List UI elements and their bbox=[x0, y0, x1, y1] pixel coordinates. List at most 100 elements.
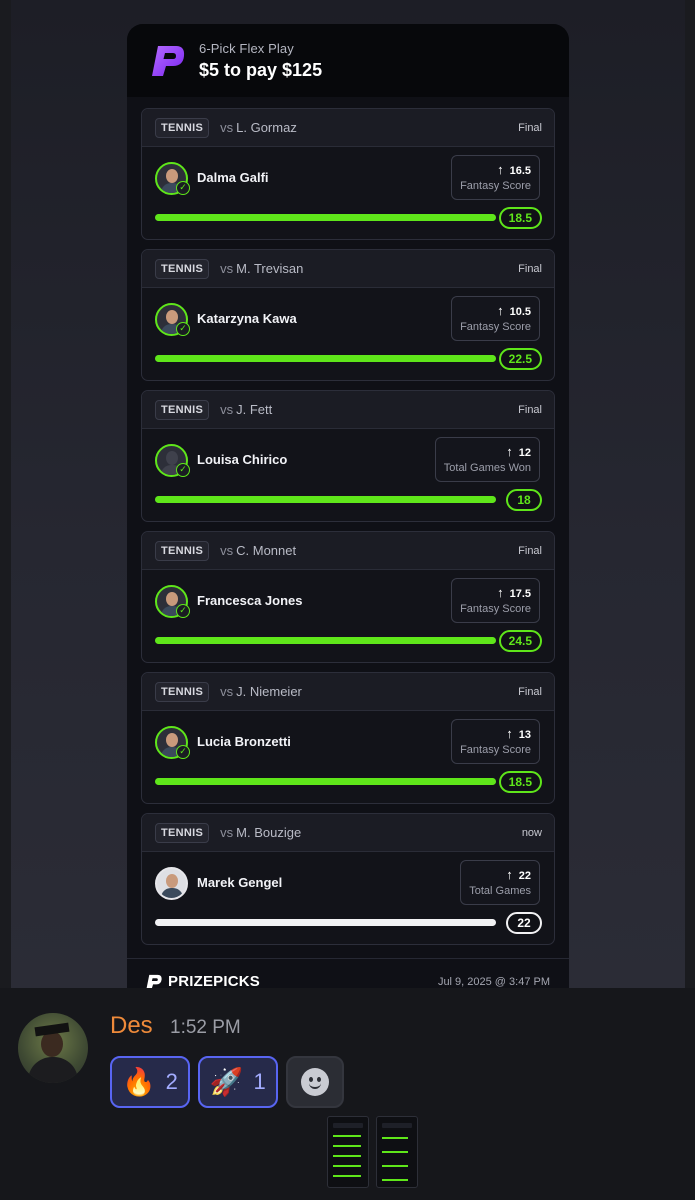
pick-header: TENNIS vs C. Monnet Final bbox=[142, 532, 554, 570]
progress-bar bbox=[155, 778, 496, 785]
play-type: 6-Pick Flex Play bbox=[199, 40, 294, 56]
opponent: vs J. Fett bbox=[220, 402, 272, 417]
arrow-up-icon: ↑ bbox=[497, 162, 504, 177]
player-name: Francesca Jones bbox=[197, 593, 303, 608]
brand-name: PRIZEPICKS bbox=[168, 973, 261, 988]
projection-line: 12 bbox=[518, 447, 531, 459]
prizepicks-logo-icon bbox=[152, 45, 185, 76]
player-name: Louisa Chirico bbox=[197, 452, 288, 467]
sport-badge: TENNIS bbox=[155, 540, 210, 561]
pick-card[interactable]: TENNIS vs C. Monnet Final ✓ Francesca Jon… bbox=[141, 531, 555, 663]
chat-message: Des 1:52 PM 🔥 2 🚀 1 bbox=[0, 988, 695, 1200]
page: 6-Pick Flex Play $5 to pay $125 TENNIS v… bbox=[0, 0, 695, 1200]
game-status: Final bbox=[518, 121, 542, 134]
pick-card[interactable]: TENNIS vs M. Bouzige now Marek Gengel ↑ 22… bbox=[141, 813, 555, 945]
image-thumbnail-2[interactable] bbox=[376, 1116, 418, 1188]
projection-line: 13 bbox=[518, 729, 531, 741]
opponent: vs L. Gormaz bbox=[220, 120, 297, 135]
opponent: vs M. Bouzige bbox=[220, 825, 301, 840]
check-icon: ✓ bbox=[176, 745, 190, 759]
result-value: 24.5 bbox=[498, 630, 542, 652]
pick-body: Marek Gengel ↑ 22 Total Games 22 bbox=[142, 852, 554, 944]
progress-bar bbox=[155, 214, 496, 221]
arrow-up-icon: ↑ bbox=[506, 867, 513, 882]
add-reaction-button[interactable] bbox=[285, 1056, 344, 1108]
player-name: Dalma Galfi bbox=[197, 170, 269, 185]
projection-line: 22 bbox=[518, 870, 531, 882]
opponent-name: J. Niemeier bbox=[236, 684, 302, 699]
pick-card[interactable]: TENNIS vs J. Fett Final ✓ Louisa Chirico … bbox=[141, 390, 555, 522]
pick-card[interactable]: TENNIS vs M. Trevisan Final ✓ Katarzyna K… bbox=[141, 249, 555, 381]
check-icon: ✓ bbox=[176, 322, 190, 336]
arrow-up-icon: ↑ bbox=[497, 303, 504, 318]
screenshot-attachment[interactable]: 6-Pick Flex Play $5 to pay $125 TENNIS v… bbox=[11, 0, 685, 988]
pick-body: ✓ Katarzyna Kawa ↑ 10.5 Fantasy Score 22.… bbox=[142, 288, 554, 380]
player-name: Marek Gengel bbox=[197, 875, 283, 890]
player-avatar bbox=[155, 867, 188, 900]
reaction-fire[interactable]: 🔥 2 bbox=[110, 1056, 190, 1108]
projection-line: 17.5 bbox=[509, 588, 531, 600]
stat-type: Total Games Won bbox=[443, 462, 531, 474]
pick-header: TENNIS vs L. Gormaz Final bbox=[142, 109, 554, 147]
card-footer: PRIZEPICKS Jul 9, 2025 @ 3:47 PM bbox=[127, 958, 569, 988]
game-status: Final bbox=[518, 544, 542, 557]
projection-box: ↑ 22 Total Games bbox=[460, 860, 540, 905]
pick-card[interactable]: TENNIS vs J. Niemeier Final ✓ Lucia Bronz… bbox=[141, 672, 555, 804]
stat-type: Fantasy Score bbox=[460, 744, 531, 756]
progress-fill bbox=[155, 214, 496, 221]
stat-type: Fantasy Score bbox=[460, 180, 531, 192]
entry-date: Jul 9, 2025 @ 3:47 PM bbox=[437, 975, 550, 988]
progress-bar bbox=[155, 637, 496, 644]
progress-bar bbox=[155, 355, 496, 362]
projection-box: ↑ 16.5 Fantasy Score bbox=[451, 155, 540, 200]
fire-emoji-icon: 🔥 bbox=[122, 1066, 156, 1097]
arrow-up-icon: ↑ bbox=[497, 585, 504, 600]
sport-badge: TENNIS bbox=[155, 258, 210, 279]
pick-body: ✓ Lucia Bronzetti ↑ 13 Fantasy Score 18.5 bbox=[142, 711, 554, 803]
reactions-bar: 🔥 2 🚀 1 bbox=[110, 1056, 344, 1108]
check-icon: ✓ bbox=[176, 181, 190, 195]
projection-line: 16.5 bbox=[509, 165, 531, 177]
result-value: 22 bbox=[506, 912, 542, 934]
progress-bar bbox=[155, 496, 496, 503]
pick-body: ✓ Francesca Jones ↑ 17.5 Fantasy Score 24… bbox=[142, 570, 554, 662]
vs-label: vs bbox=[220, 261, 234, 276]
pick-header: TENNIS vs J. Fett Final bbox=[142, 391, 554, 429]
payout-summary: $5 to pay $125 bbox=[199, 59, 323, 80]
game-status: Final bbox=[518, 262, 542, 275]
player-name: Lucia Bronzetti bbox=[197, 734, 291, 749]
progress-fill bbox=[155, 496, 496, 503]
check-icon: ✓ bbox=[176, 463, 190, 477]
opponent-name: L. Gormaz bbox=[236, 120, 297, 135]
image-thumbnail-1[interactable] bbox=[327, 1116, 369, 1188]
username[interactable]: Des bbox=[110, 1012, 153, 1040]
opponent: vs J. Niemeier bbox=[220, 684, 302, 699]
smiley-add-reaction-icon bbox=[300, 1068, 329, 1096]
opponent: vs M. Trevisan bbox=[220, 261, 303, 276]
sport-badge: TENNIS bbox=[155, 399, 210, 420]
vs-label: vs bbox=[220, 402, 234, 417]
card-header: 6-Pick Flex Play $5 to pay $125 bbox=[127, 24, 569, 97]
pick-header: TENNIS vs M. Bouzige now bbox=[142, 814, 554, 852]
entry-card: 6-Pick Flex Play $5 to pay $125 TENNIS v… bbox=[127, 24, 569, 988]
projection-line: 10.5 bbox=[509, 306, 531, 318]
game-status: now bbox=[521, 826, 542, 839]
sport-badge: TENNIS bbox=[155, 681, 210, 702]
message-timestamp: 1:52 PM bbox=[170, 1017, 241, 1038]
progress-fill bbox=[155, 778, 496, 785]
projection-box: ↑ 12 Total Games Won bbox=[434, 437, 540, 482]
vs-label: vs bbox=[220, 825, 234, 840]
reaction-rocket[interactable]: 🚀 1 bbox=[197, 1056, 278, 1108]
sport-badge: TENNIS bbox=[155, 822, 210, 843]
pick-card[interactable]: TENNIS vs L. Gormaz Final ✓ Dalma Galfi ↑… bbox=[141, 108, 555, 240]
opponent-name: J. Fett bbox=[236, 402, 273, 417]
opponent: vs C. Monnet bbox=[220, 543, 296, 558]
vs-label: vs bbox=[220, 120, 234, 135]
reaction-count: 1 bbox=[253, 1069, 266, 1094]
reaction-count: 2 bbox=[165, 1069, 178, 1094]
opponent-name: C. Monnet bbox=[236, 543, 297, 558]
pick-body: ✓ Dalma Galfi ↑ 16.5 Fantasy Score 18.5 bbox=[142, 147, 554, 239]
pick-header: TENNIS vs M. Trevisan Final bbox=[142, 250, 554, 288]
game-status: Final bbox=[518, 685, 542, 698]
avatar[interactable] bbox=[18, 1013, 88, 1083]
